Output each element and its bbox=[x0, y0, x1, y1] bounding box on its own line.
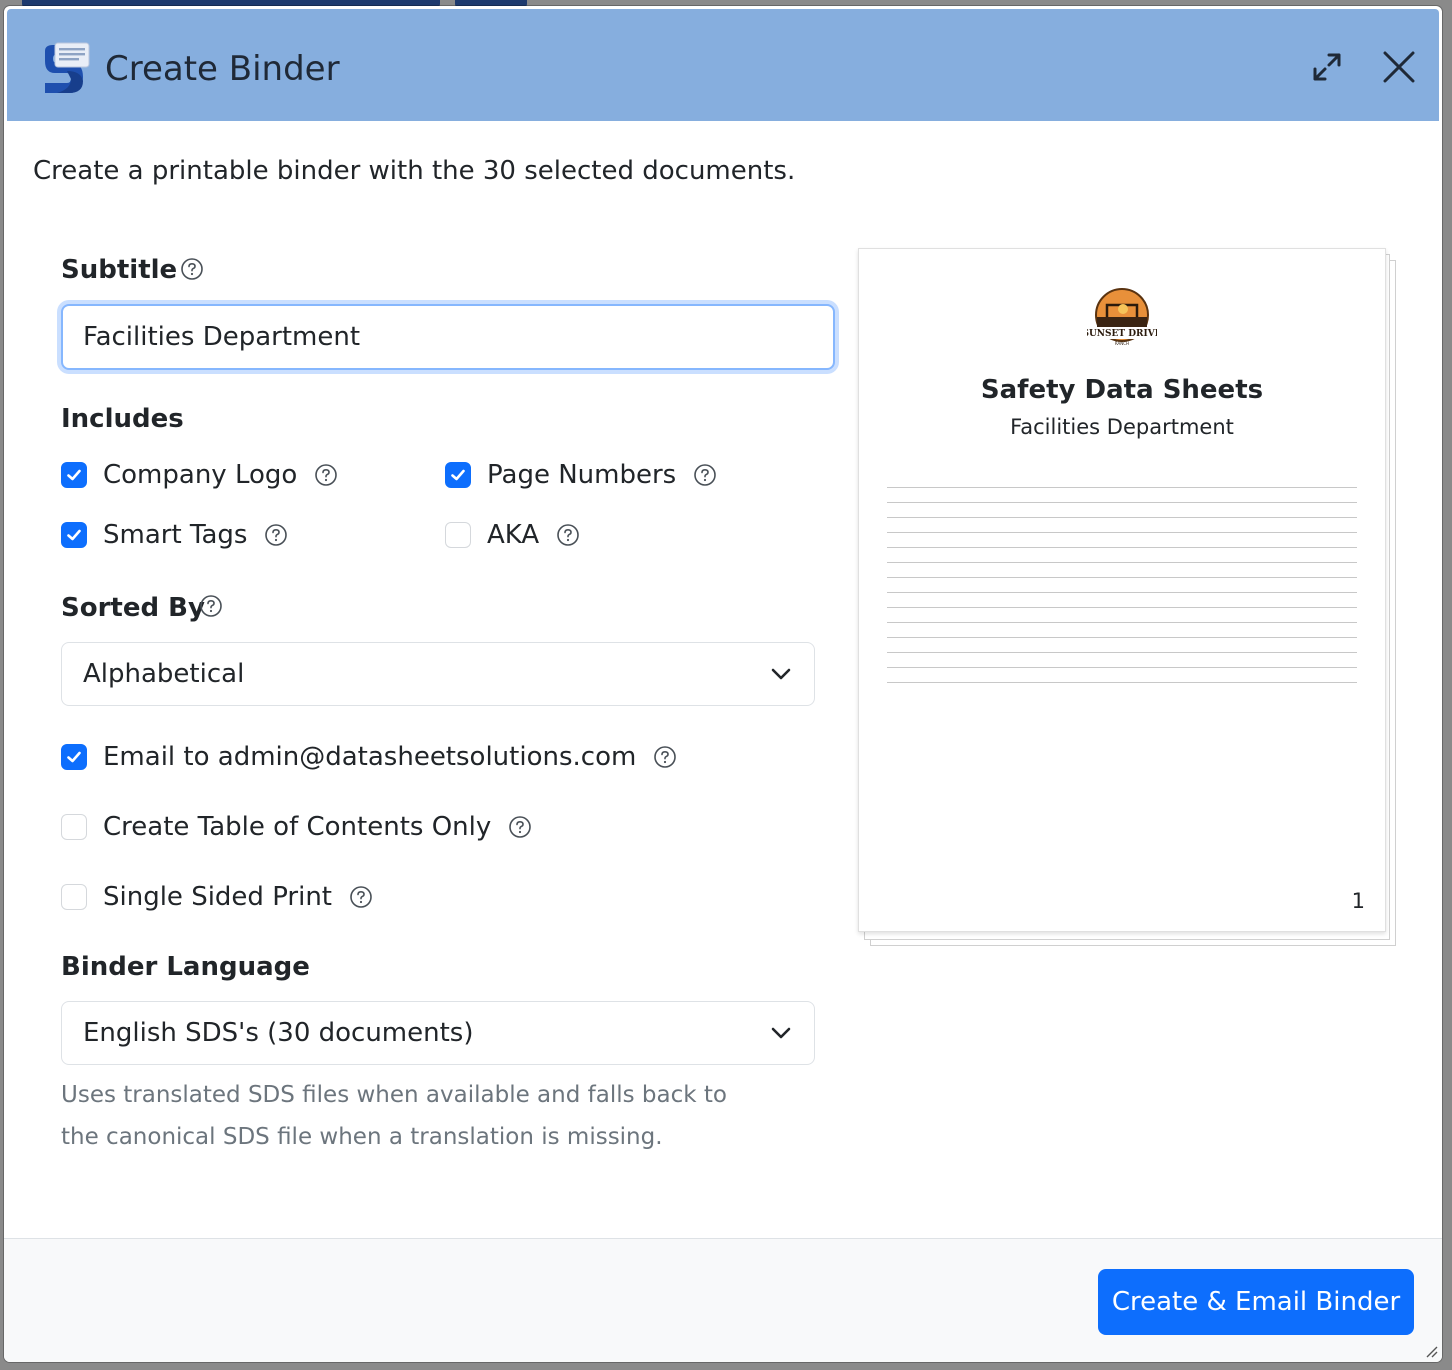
dialog-intro: Create a printable binder with the 30 se… bbox=[33, 156, 796, 186]
sorted-by-label: Sorted By bbox=[61, 593, 205, 623]
smart-tags-option[interactable]: Smart Tags bbox=[61, 518, 288, 552]
check-icon bbox=[451, 469, 465, 481]
preview-toc-line bbox=[887, 592, 1357, 593]
help-circle-icon[interactable] bbox=[556, 523, 580, 547]
dialog-footer: Create & Email Binder bbox=[4, 1238, 1442, 1362]
aka-label: AKA bbox=[487, 520, 540, 550]
includes-label: Includes bbox=[61, 404, 184, 434]
preview-toc-line bbox=[887, 682, 1357, 683]
create-binder-dialog: Create Binder Create a printable binder … bbox=[4, 6, 1442, 1362]
single-sided-label: Single Sided Print bbox=[103, 882, 332, 912]
aka-option[interactable]: AKA bbox=[445, 518, 580, 552]
smart-tags-label: Smart Tags bbox=[103, 520, 248, 550]
help-circle-icon[interactable] bbox=[264, 523, 288, 547]
chevron-down-icon bbox=[771, 1027, 791, 1039]
toc-only-option[interactable]: Create Table of Contents Only bbox=[61, 810, 532, 844]
binder-language-value: English SDS's (30 documents) bbox=[83, 1018, 474, 1048]
email-checkbox[interactable] bbox=[61, 744, 87, 770]
help-circle-icon[interactable] bbox=[314, 463, 338, 487]
check-icon bbox=[67, 469, 81, 481]
company-logo-label: Company Logo bbox=[103, 460, 298, 490]
smart-tags-checkbox[interactable] bbox=[61, 522, 87, 548]
preview-page: SUNSET DRIVE RANCH Safety Data Sheets Fa… bbox=[858, 248, 1386, 932]
single-sided-option[interactable]: Single Sided Print bbox=[61, 880, 373, 914]
preview-toc-line bbox=[887, 577, 1357, 578]
check-icon bbox=[67, 529, 81, 541]
help-circle-icon[interactable] bbox=[349, 885, 373, 909]
binder-language-label: Binder Language bbox=[61, 952, 310, 982]
page-numbers-option[interactable]: Page Numbers bbox=[445, 458, 717, 492]
binder-preview: SUNSET DRIVE RANCH Safety Data Sheets Fa… bbox=[858, 248, 1398, 948]
toc-only-checkbox[interactable] bbox=[61, 814, 87, 840]
subtitle-label: Subtitle bbox=[61, 255, 178, 285]
preview-toc-line bbox=[887, 607, 1357, 608]
preview-toc-line bbox=[887, 487, 1357, 488]
preview-toc-line bbox=[887, 622, 1357, 623]
preview-toc-line bbox=[887, 652, 1357, 653]
page-numbers-label: Page Numbers bbox=[487, 460, 677, 490]
binder-language-hint: Uses translated SDS files when available… bbox=[61, 1082, 727, 1150]
subtitle-input[interactable] bbox=[61, 304, 835, 370]
preview-toc-line bbox=[887, 547, 1357, 548]
help-circle-icon[interactable] bbox=[508, 815, 532, 839]
dialog-title: Create Binder bbox=[105, 49, 340, 89]
email-label: Email to admin@datasheetsolutions.com bbox=[103, 742, 637, 772]
close-icon bbox=[1383, 51, 1415, 83]
email-option[interactable]: Email to admin@datasheetsolutions.com bbox=[61, 740, 677, 774]
page-numbers-checkbox[interactable] bbox=[445, 462, 471, 488]
create-email-binder-button[interactable]: Create & Email Binder bbox=[1098, 1269, 1414, 1335]
preview-page-number: 1 bbox=[1351, 889, 1365, 913]
single-sided-checkbox[interactable] bbox=[61, 884, 87, 910]
check-icon bbox=[67, 751, 81, 763]
chevron-down-icon bbox=[771, 668, 791, 680]
company-logo-checkbox[interactable] bbox=[61, 462, 87, 488]
preview-toc-line bbox=[887, 517, 1357, 518]
app-logo-icon bbox=[45, 42, 90, 93]
dialog-header: Create Binder bbox=[7, 9, 1439, 121]
company-logo-option[interactable]: Company Logo bbox=[61, 458, 338, 492]
help-circle-icon[interactable] bbox=[653, 745, 677, 769]
preview-title: Safety Data Sheets bbox=[980, 375, 1264, 405]
binder-language-select[interactable]: English SDS's (30 documents) bbox=[61, 1001, 815, 1065]
resize-grip-icon[interactable] bbox=[1424, 1344, 1438, 1358]
sorted-by-select[interactable]: Alphabetical bbox=[61, 642, 815, 706]
company-logo-image: SUNSET DRIVE RANCH bbox=[1087, 288, 1157, 346]
preview-toc-line bbox=[887, 637, 1357, 638]
preview-toc-line bbox=[887, 562, 1357, 563]
toc-only-label: Create Table of Contents Only bbox=[103, 812, 492, 842]
logo-subtext: RANCH bbox=[1115, 341, 1129, 346]
expand-button[interactable] bbox=[1307, 47, 1347, 87]
close-button[interactable] bbox=[1379, 47, 1419, 87]
preview-toc-line bbox=[887, 502, 1357, 503]
help-circle-icon[interactable] bbox=[180, 257, 204, 281]
help-circle-icon[interactable] bbox=[693, 463, 717, 487]
preview-toc-line bbox=[887, 667, 1357, 668]
preview-subtitle: Facilities Department bbox=[1010, 415, 1234, 439]
logo-wordmark: SUNSET DRIVE bbox=[1087, 329, 1157, 339]
help-circle-icon[interactable] bbox=[199, 594, 223, 618]
preview-toc-line bbox=[887, 532, 1357, 533]
sorted-by-value: Alphabetical bbox=[83, 659, 245, 689]
aka-checkbox[interactable] bbox=[445, 522, 471, 548]
expand-icon bbox=[1313, 53, 1341, 81]
